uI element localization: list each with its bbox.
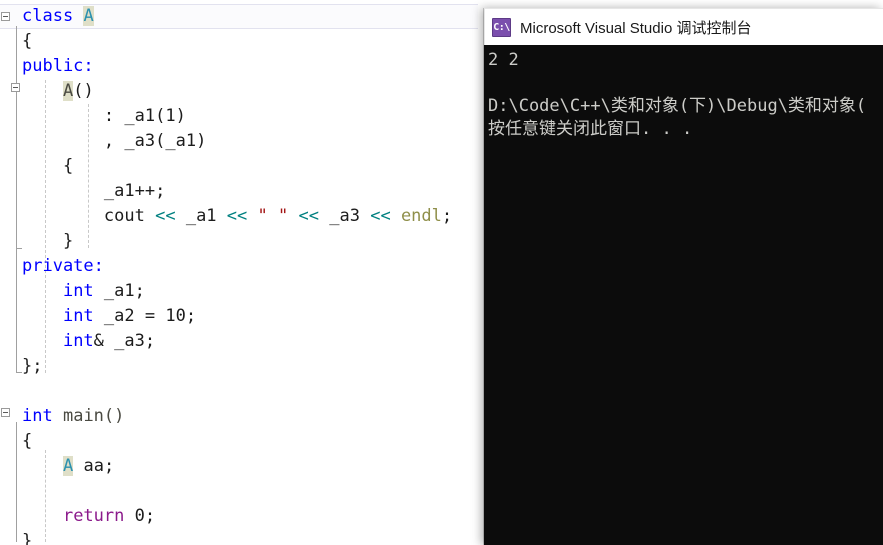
token-literal-0: 0	[134, 506, 145, 526]
token-keyword-class: class	[22, 6, 74, 26]
token-keyword-int-2: int	[62, 306, 94, 326]
token-member-a3-out: _a3	[329, 206, 360, 226]
token-fn-main: main()	[62, 406, 125, 426]
token-member-a3-decl: _a3	[114, 331, 145, 351]
code-line-21: return 0;	[0, 504, 155, 529]
code-line-13: int _a2 = 10;	[0, 304, 196, 329]
token-member-a1-out: _a1	[185, 206, 217, 226]
token-keyword-return: return	[62, 506, 125, 526]
code-line-17: int main()	[0, 404, 124, 429]
token-semicolon-a2: ;	[185, 306, 197, 326]
code-line-11: private:	[0, 254, 104, 279]
token-literal-10: 10	[165, 306, 186, 326]
code-line-12: int _a1;	[0, 279, 145, 304]
code-line-18: {	[0, 429, 32, 454]
token-member-a1-init: _a1	[124, 106, 156, 126]
console-title-text: Microsoft Visual Studio 调试控制台	[520, 19, 752, 37]
token-paren-close-1: )	[175, 106, 186, 126]
token-colon-init: :	[103, 106, 125, 126]
token-keyword-int-3: int	[62, 331, 94, 351]
token-member-a2-decl: _a2	[103, 306, 135, 326]
token-stream-op-1: <<	[155, 206, 176, 226]
token-string-space: " "	[257, 206, 289, 226]
token-brace-open-main: {	[22, 431, 33, 451]
token-semicolon-aa: ;	[103, 456, 115, 476]
debug-console-window[interactable]: C:\ Microsoft Visual Studio 调试控制台 2 2 D:…	[484, 8, 883, 545]
token-increment: ++;	[134, 181, 166, 201]
token-member-a1-arg: _a1	[165, 131, 197, 151]
code-line-15: };	[0, 354, 42, 379]
token-type-a: A	[83, 6, 94, 26]
token-paren-open-2: (	[155, 131, 166, 151]
token-stream-op-3: <<	[298, 206, 319, 226]
code-line-1: class A	[0, 4, 94, 29]
console-cmd-icon: C:\	[492, 17, 511, 37]
token-literal-1: 1	[165, 106, 176, 126]
token-brace-close-main: }	[22, 531, 33, 545]
code-line-3: public:	[0, 54, 94, 79]
token-semicolon-return: ;	[144, 506, 156, 526]
code-line-22: }	[0, 529, 32, 545]
console-icon-glyph: C:\	[493, 21, 510, 33]
token-semicolon-a1: ;	[134, 281, 145, 301]
token-ctor-a: A	[62, 81, 74, 101]
console-line-path: D:\Code\C++\类和对象(下)\Debug\类和对象(	[488, 96, 867, 116]
token-keyword-int-1: int	[62, 281, 94, 301]
console-output-area[interactable]: 2 2 D:\Code\C++\类和对象(下)\Debug\类和对象( 按任意键…	[484, 45, 883, 545]
token-var-aa: aa	[83, 456, 104, 476]
code-line-14: int& _a3;	[0, 329, 155, 354]
token-keyword-private: private:	[22, 256, 104, 276]
code-line-9: cout << _a1 << " " << _a3 << endl;	[0, 204, 452, 229]
token-ampersand: &	[93, 331, 115, 351]
token-member-a1-inc: _a1	[103, 181, 135, 201]
token-member-a1-decl: _a1	[103, 281, 135, 301]
token-cout: cout	[103, 206, 145, 226]
token-stream-op-2: <<	[226, 206, 248, 226]
token-assign-a2: =	[134, 306, 166, 326]
token-init-1: (	[155, 106, 166, 126]
token-stream-op-4: <<	[370, 206, 391, 226]
token-ctor-parens: ()	[73, 81, 94, 101]
token-keyword-int-main: int	[22, 406, 53, 426]
token-paren-close-2: )	[196, 131, 207, 151]
console-line-output: 2 2	[488, 50, 519, 70]
token-semicolon-cout: ;	[441, 206, 453, 226]
token-member-a3-init: _a3	[124, 131, 156, 151]
code-line-5: : _a1(1)	[0, 104, 186, 129]
token-brace-open-class: {	[22, 31, 33, 51]
code-line-4: A()	[0, 79, 94, 104]
code-line-19: A aa;	[0, 454, 114, 479]
token-brace-open-ctor: {	[62, 156, 74, 176]
code-line-6: , _a3(_a1)	[0, 129, 206, 154]
token-endl: endl	[400, 206, 442, 226]
console-line-prompt: 按任意键关闭此窗口. . .	[488, 119, 693, 139]
code-line-10: }	[0, 229, 73, 254]
console-title-bar[interactable]: C:\ Microsoft Visual Studio 调试控制台	[484, 8, 883, 45]
token-type-a-decl: A	[62, 456, 74, 476]
code-line-8: _a1++;	[0, 179, 165, 204]
token-class-close: };	[22, 356, 43, 376]
code-line-7: {	[0, 154, 73, 179]
token-comma-init: ,	[103, 131, 125, 151]
token-brace-close-ctor: }	[62, 231, 74, 251]
code-line-2: {	[0, 29, 32, 54]
token-semicolon-a3: ;	[144, 331, 156, 351]
token-keyword-public: public:	[22, 56, 94, 76]
